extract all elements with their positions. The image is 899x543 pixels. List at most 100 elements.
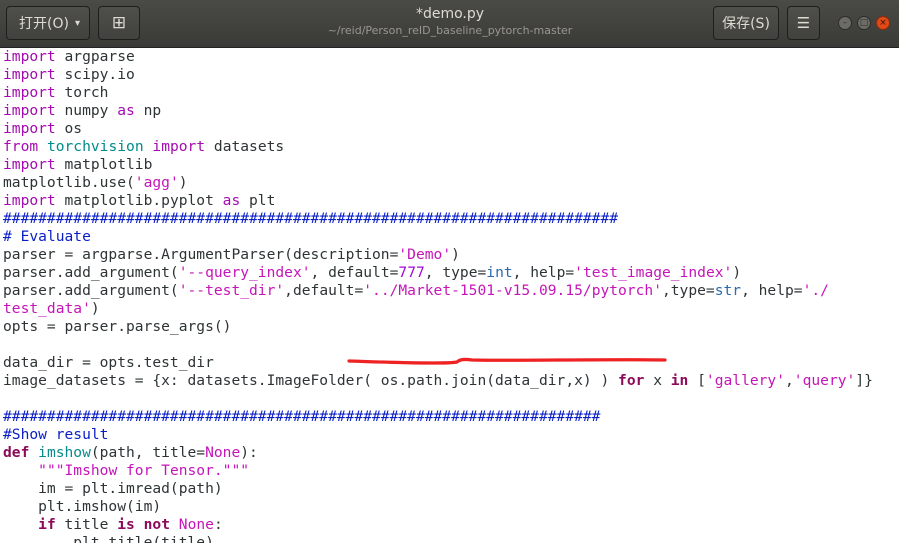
code-token: ########################################… bbox=[3, 408, 601, 425]
code-token: plt.title(title) bbox=[3, 534, 214, 543]
code-token: 'Demo' bbox=[398, 246, 452, 263]
close-button[interactable]: × bbox=[876, 16, 890, 30]
code-line: test_data') bbox=[0, 300, 899, 318]
hamburger-menu-button[interactable]: ☰ bbox=[787, 6, 820, 40]
code-line: image_datasets = {x: datasets.ImageFolde… bbox=[0, 372, 899, 390]
code-token: int bbox=[486, 264, 513, 281]
code-token: for bbox=[618, 372, 645, 389]
code-line: import matplotlib.pyplot as plt bbox=[0, 192, 899, 210]
code-line: ########################################… bbox=[0, 408, 899, 426]
code-token: plt.imshow(im) bbox=[3, 498, 162, 515]
code-token: parser.add_argument( bbox=[3, 282, 179, 299]
code-line: # Evaluate bbox=[0, 228, 899, 246]
code-token: , help= bbox=[741, 282, 803, 299]
new-tab-icon: ⊞ bbox=[111, 13, 127, 33]
minimize-button[interactable]: – bbox=[838, 16, 852, 30]
code-line: import matplotlib bbox=[0, 156, 899, 174]
code-token: im = plt.imread(path) bbox=[3, 480, 223, 497]
code-line: #Show result bbox=[0, 426, 899, 444]
code-token: import bbox=[3, 66, 56, 83]
code-line: parser.add_argument('--query_index', def… bbox=[0, 264, 899, 282]
code-editor[interactable]: import argparse import scipy.io import tor… bbox=[0, 48, 899, 543]
code-line: if title is not None: bbox=[0, 516, 899, 534]
code-token: 'gallery' bbox=[705, 372, 785, 389]
code-token: matplotlib.pyplot bbox=[55, 192, 223, 209]
code-token: numpy bbox=[55, 102, 118, 119]
code-token: plt bbox=[240, 192, 276, 209]
code-line: ########################################… bbox=[0, 210, 899, 228]
new-document-button[interactable]: ⊞ bbox=[98, 6, 140, 40]
code-token: image_datasets = {x: datasets.ImageFolde… bbox=[3, 372, 619, 389]
code-token: imshow bbox=[38, 444, 91, 461]
code-token: title bbox=[55, 516, 118, 533]
code-token: import bbox=[3, 84, 56, 101]
code-token: './ bbox=[802, 282, 829, 299]
code-token: ,type= bbox=[661, 282, 715, 299]
code-token: matplotlib.use( bbox=[3, 174, 135, 191]
code-token: ) bbox=[178, 174, 188, 191]
hamburger-icon: ☰ bbox=[796, 14, 811, 32]
code-token: datasets bbox=[205, 138, 285, 155]
code-token: , bbox=[785, 372, 794, 389]
code-line: """Imshow for Tensor.""" bbox=[0, 462, 899, 480]
code-token: '--query_index' bbox=[178, 264, 311, 281]
code-token: 'query' bbox=[793, 372, 856, 389]
code-line: from torchvision import datasets bbox=[0, 138, 899, 156]
maximize-button[interactable]: □ bbox=[857, 16, 871, 30]
code-token: opts = parser.parse_args() bbox=[3, 318, 232, 335]
code-token: os bbox=[55, 120, 83, 137]
code-line: import torch bbox=[0, 84, 899, 102]
code-token: matplotlib bbox=[55, 156, 153, 173]
code-token: , type= bbox=[424, 264, 487, 281]
code-token: data_dir = opts.test_dir bbox=[3, 354, 214, 371]
close-icon: × bbox=[879, 17, 887, 28]
code-token: scipy.io bbox=[55, 66, 135, 83]
code-token: import bbox=[3, 120, 56, 137]
open-button[interactable]: 打开(O) ▾ bbox=[6, 6, 90, 40]
code-token: , default= bbox=[310, 264, 399, 281]
code-token: argparse bbox=[55, 48, 135, 65]
code-token: x bbox=[644, 372, 671, 389]
code-lines: import argparse import scipy.io import tor… bbox=[0, 48, 899, 543]
code-line: import numpy as np bbox=[0, 102, 899, 120]
code-token: , help= bbox=[512, 264, 575, 281]
code-token: (path, title= bbox=[90, 444, 206, 461]
code-line: opts = parser.parse_args() bbox=[0, 318, 899, 336]
open-label: 打开(O) bbox=[19, 16, 69, 32]
code-token: in bbox=[670, 372, 689, 389]
code-token: if bbox=[38, 516, 56, 533]
window-title: *demo.py bbox=[415, 6, 485, 22]
code-token: ) bbox=[90, 300, 100, 317]
code-line: import scipy.io bbox=[0, 66, 899, 84]
code-token: parser = argparse.ArgumentParser(descrip… bbox=[3, 246, 399, 263]
code-token: '--test_dir' bbox=[178, 282, 285, 299]
code-token: import bbox=[3, 192, 56, 209]
code-token: ) bbox=[451, 246, 460, 263]
code-token: test_data' bbox=[3, 300, 91, 317]
code-token: """Imshow for Tensor.""" bbox=[38, 462, 250, 479]
code-token: 777 bbox=[398, 264, 425, 281]
code-token: import bbox=[3, 102, 56, 119]
red-underline-annotation bbox=[347, 357, 667, 365]
code-token: [ bbox=[688, 372, 706, 389]
code-token: torch bbox=[55, 84, 109, 101]
maximize-icon: □ bbox=[859, 17, 869, 28]
code-token: None bbox=[205, 444, 241, 461]
code-line: import os bbox=[0, 120, 899, 138]
code-line: def imshow(path, title=None): bbox=[0, 444, 899, 462]
code-token: as bbox=[117, 102, 135, 119]
save-button[interactable]: 保存(S) bbox=[713, 6, 779, 40]
code-token: #Show result bbox=[3, 426, 109, 443]
code-token: is bbox=[117, 516, 135, 533]
minimize-icon: – bbox=[842, 17, 848, 28]
file-path-subtitle: ~/reid/Person_reID_baseline_pytorch-mast… bbox=[327, 24, 573, 37]
code-token: ]} bbox=[855, 372, 873, 389]
